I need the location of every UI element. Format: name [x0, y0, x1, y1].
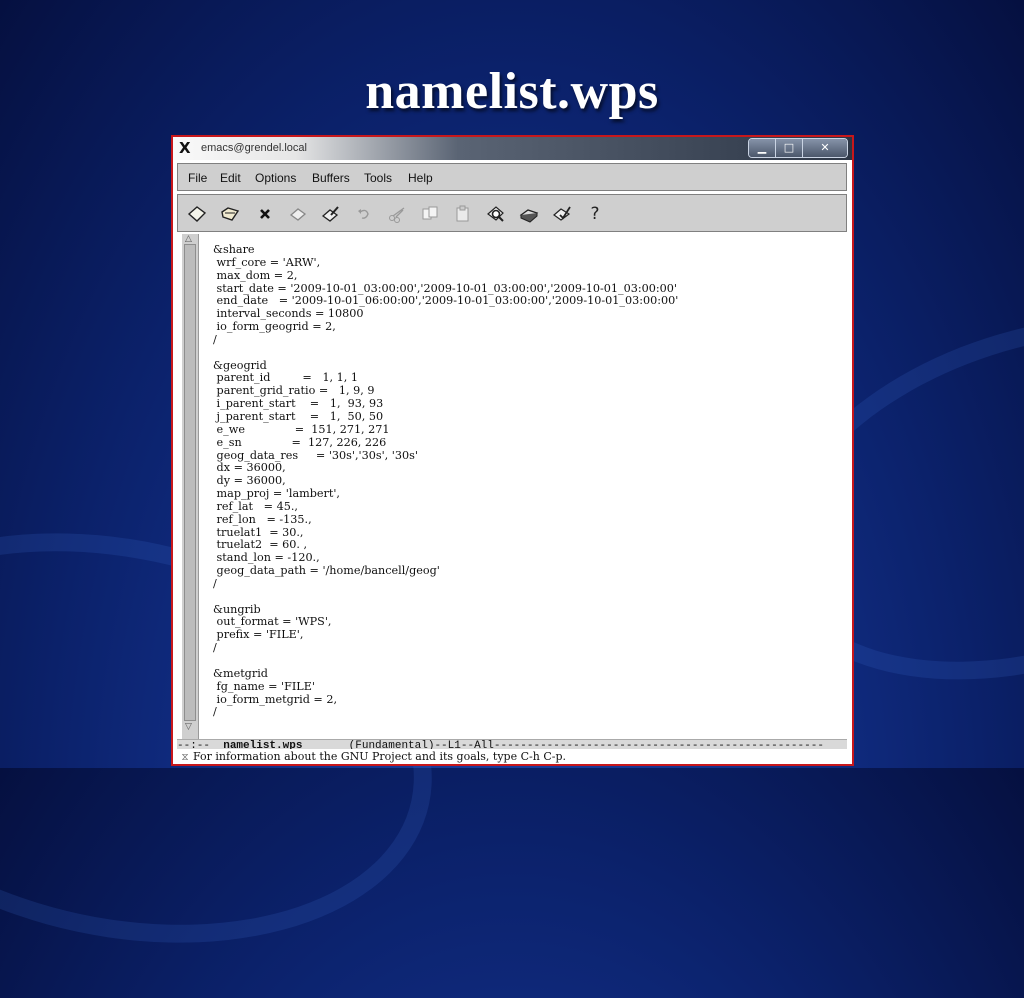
help-icon[interactable]: ?: [585, 204, 605, 224]
menu-edit[interactable]: Edit: [220, 171, 241, 185]
buffer-line[interactable]: &share: [213, 243, 678, 257]
toolbar: ?: [177, 194, 847, 232]
save-as-icon[interactable]: [321, 204, 341, 224]
menu-tools[interactable]: Tools: [364, 171, 392, 185]
scroll-up-icon[interactable]: △: [185, 234, 192, 244]
copy-icon[interactable]: [420, 204, 440, 224]
vertical-scrollbar[interactable]: △ ▽: [182, 234, 199, 742]
buffer-line[interactable]: io_form_geogrid = 2,: [213, 320, 678, 334]
minibuffer-message: For information about the GNU Project an…: [193, 750, 566, 763]
preferences-icon[interactable]: [552, 204, 572, 224]
buffer-line[interactable]: e_sn = 127, 226, 226: [213, 436, 678, 450]
open-folder-icon[interactable]: [220, 204, 240, 224]
minibuffer-icon: ⧖: [181, 752, 189, 763]
buffer-line[interactable]: ref_lat = 45.,: [213, 500, 678, 514]
buffer-line[interactable]: /: [213, 706, 678, 719]
scrollbar-thumb[interactable]: [184, 244, 196, 721]
minimize-button[interactable]: ▁: [749, 139, 775, 157]
search-icon[interactable]: [486, 204, 506, 224]
buffer-line[interactable]: &metgrid: [213, 667, 678, 681]
window-titlebar[interactable]: 𝗫 emacs@grendel.local ▁ □ ✕: [173, 137, 852, 160]
menu-options[interactable]: Options: [255, 171, 296, 185]
buffer-line[interactable]: j_parent_start = 1, 50, 50: [213, 410, 678, 424]
buffer-line[interactable]: e_we = 151, 271, 271: [213, 423, 678, 437]
slide-title: namelist.wps: [365, 63, 659, 120]
menu-help[interactable]: Help: [408, 171, 433, 185]
paste-icon[interactable]: [453, 204, 473, 224]
buffer-line[interactable]: /: [213, 333, 678, 347]
buffer-line[interactable]: map_proj = 'lambert',: [213, 487, 678, 501]
cut-icon[interactable]: [387, 204, 407, 224]
buffer-line[interactable]: [213, 591, 678, 604]
buffer-line[interactable]: /: [213, 577, 678, 591]
close-buffer-icon[interactable]: [255, 204, 275, 224]
window-controls: ▁ □ ✕: [748, 138, 848, 158]
buffer-line[interactable]: max_dom = 2,: [213, 269, 678, 283]
x-window-icon[interactable]: 𝗫: [179, 139, 191, 157]
buffer-line[interactable]: wrf_core = 'ARW',: [213, 256, 678, 270]
new-file-icon[interactable]: [187, 204, 207, 224]
undo-icon[interactable]: [354, 204, 374, 224]
close-button[interactable]: ✕: [802, 139, 847, 157]
maximize-button[interactable]: □: [775, 139, 802, 157]
buffer-line[interactable]: geog_data_path = '/home/bancell/geog': [213, 564, 678, 578]
buffer-line[interactable]: ref_lon = -135.,: [213, 513, 678, 527]
print-icon[interactable]: [519, 204, 539, 224]
scroll-down-icon[interactable]: ▽: [185, 722, 192, 732]
buffer-line[interactable]: /: [213, 641, 678, 655]
buffer-line[interactable]: io_form_metgrid = 2,: [213, 693, 678, 707]
window-title: emacs@grendel.local: [201, 142, 307, 154]
menu-file[interactable]: File: [188, 171, 207, 185]
buffer-line[interactable]: [213, 655, 678, 668]
minibuffer[interactable]: ⧖ For information about the GNU Project a…: [177, 749, 847, 764]
menu-bar: File Edit Options Buffers Tools Help: [177, 163, 847, 191]
buffer-line[interactable]: fg_name = 'FILE': [213, 680, 678, 694]
menu-buffers[interactable]: Buffers: [312, 171, 350, 185]
buffer-line[interactable]: [213, 347, 678, 360]
emacs-window: 𝗫 emacs@grendel.local ▁ □ ✕ File Edit Op…: [171, 135, 854, 766]
buffer-text[interactable]: &share wrf_core = 'ARW', max_dom = 2, st…: [213, 243, 678, 719]
editor-area[interactable]: △ ▽ &share wrf_core = 'ARW', max_dom = 2…: [177, 234, 847, 742]
save-icon[interactable]: [288, 204, 308, 224]
buffer-line[interactable]: prefix = 'FILE',: [213, 628, 678, 642]
